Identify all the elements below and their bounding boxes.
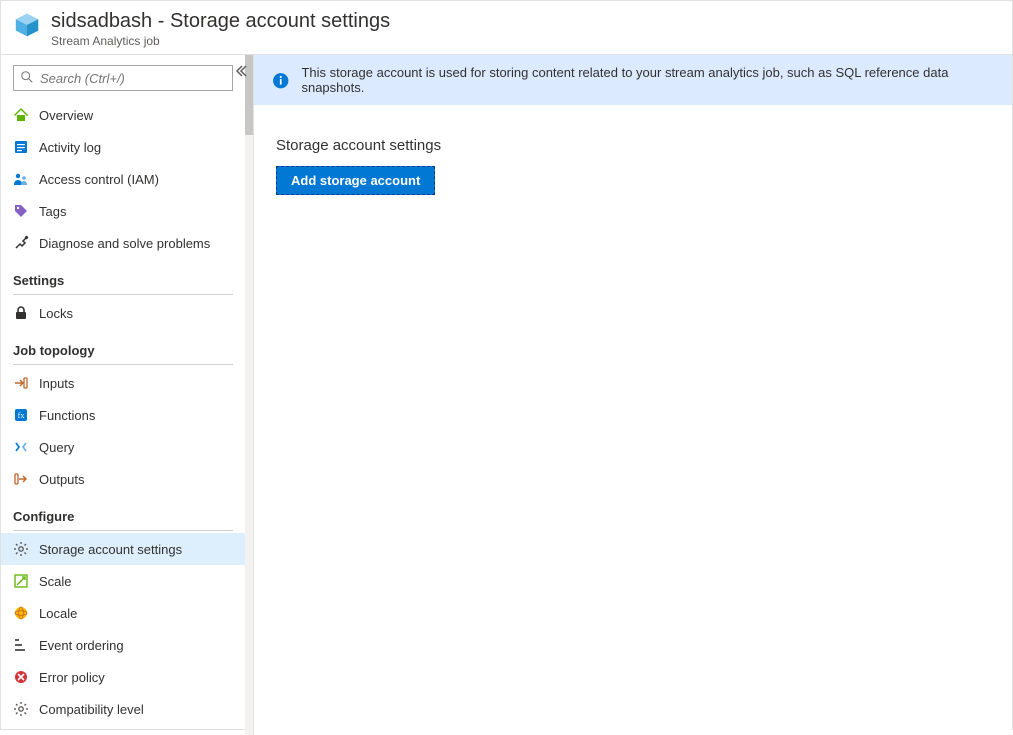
sidebar-search[interactable] (13, 65, 233, 91)
nav-label: Locks (39, 306, 73, 321)
search-input[interactable] (40, 71, 226, 86)
sidebar-item-inputs[interactable]: Inputs (1, 367, 245, 399)
activity-log-icon (13, 139, 29, 155)
sidebar-item-outputs[interactable]: Outputs (1, 463, 245, 495)
sidebar-item-error-policy[interactable]: Error policy (1, 661, 245, 693)
nav-label: Query (39, 440, 74, 455)
nav-label: Storage account settings (39, 542, 182, 557)
main-heading: Storage account settings (276, 137, 990, 154)
nav-label: Event ordering (39, 638, 124, 653)
nav-label: Tags (39, 204, 66, 219)
sidebar-item-locale[interactable]: Locale (1, 597, 245, 629)
diagnose-icon (13, 235, 29, 251)
nav-label: Outputs (39, 472, 85, 487)
divider (13, 364, 233, 365)
nav-label: Activity log (39, 140, 101, 155)
nav-label: Access control (IAM) (39, 172, 159, 187)
lock-icon (13, 305, 29, 321)
collapse-sidebar-icon[interactable] (233, 63, 245, 79)
gear-icon (13, 541, 29, 557)
sidebar-section-configure: Configure (1, 495, 245, 528)
nav-label: Scale (39, 574, 72, 589)
sidebar-section-job-topology: Job topology (1, 329, 245, 362)
sidebar-item-functions[interactable]: fx Functions (1, 399, 245, 431)
scale-icon (13, 573, 29, 589)
sidebar-item-storage-settings[interactable]: Storage account settings (1, 533, 245, 565)
query-icon (13, 439, 29, 455)
nav-label: Error policy (39, 670, 105, 685)
add-storage-account-button[interactable]: Add storage account (276, 166, 435, 195)
search-icon (20, 70, 34, 87)
sidebar-item-compat-level[interactable]: Compatibility level (1, 693, 245, 725)
svg-text:fx: fx (18, 411, 25, 420)
page-title: sidsadbash - Storage account settings (51, 9, 390, 33)
sidebar-item-event-ordering[interactable]: Event ordering (1, 629, 245, 661)
info-text: This storage account is used for storing… (301, 65, 994, 95)
access-control-icon (13, 171, 29, 187)
overview-icon (13, 107, 29, 123)
resource-icon (13, 11, 41, 39)
sidebar-scrollbar[interactable] (245, 55, 253, 735)
event-ordering-icon (13, 637, 29, 653)
nav-label: Functions (39, 408, 95, 423)
functions-icon: fx (13, 407, 29, 423)
sidebar-item-access-control[interactable]: Access control (IAM) (1, 163, 245, 195)
info-banner: This storage account is used for storing… (254, 55, 1012, 105)
compat-icon (13, 701, 29, 717)
nav-label: Compatibility level (39, 702, 144, 717)
divider (13, 530, 233, 531)
sidebar-item-locks[interactable]: Locks (1, 297, 245, 329)
sidebar-item-activity-log[interactable]: Activity log (1, 131, 245, 163)
sidebar-section-settings: Settings (1, 259, 245, 292)
main-panel: This storage account is used for storing… (253, 55, 1012, 735)
nav-label: Locale (39, 606, 77, 621)
sidebar-item-diagnose[interactable]: Diagnose and solve problems (1, 227, 245, 259)
info-icon (272, 71, 289, 89)
page-subtitle: Stream Analytics job (51, 34, 390, 48)
sidebar-item-query[interactable]: Query (1, 431, 245, 463)
page-header: sidsadbash - Storage account settings St… (1, 1, 1012, 55)
sidebar: Overview Activity log Access control (IA… (1, 55, 253, 735)
outputs-icon (13, 471, 29, 487)
nav-label: Overview (39, 108, 93, 123)
inputs-icon (13, 375, 29, 391)
sidebar-item-tags[interactable]: Tags (1, 195, 245, 227)
nav-label: Inputs (39, 376, 74, 391)
sidebar-item-overview[interactable]: Overview (1, 99, 245, 131)
divider (13, 294, 233, 295)
locale-icon (13, 605, 29, 621)
error-policy-icon (13, 669, 29, 685)
sidebar-item-scale[interactable]: Scale (1, 565, 245, 597)
nav-label: Diagnose and solve problems (39, 236, 210, 251)
tag-icon (13, 203, 29, 219)
